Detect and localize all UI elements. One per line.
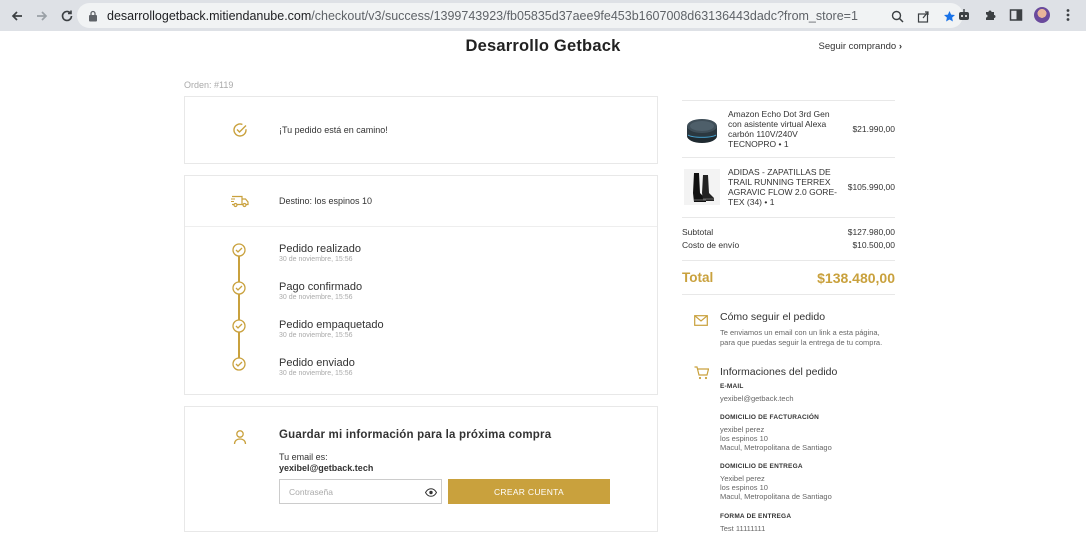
step-date: 30 de noviembre, 15:56 [279, 294, 353, 301]
shipping-cost-value: $10.500,00 [852, 240, 895, 250]
subtotal-label: Subtotal [682, 227, 714, 237]
url-host: desarrollogetback.mitiendanube.com [107, 8, 312, 23]
side-panel-icon[interactable] [1006, 5, 1026, 25]
share-icon[interactable] [913, 6, 933, 26]
reload-icon[interactable] [56, 5, 78, 27]
product-image-echo-dot [684, 112, 720, 148]
product-price: $21.990,00 [852, 124, 895, 134]
total-label: Total [682, 270, 714, 285]
product-image-shoes [684, 169, 720, 205]
billing-address-line: Macul, Metropolitana de Santiago [720, 443, 832, 452]
check-circle-icon [232, 122, 248, 143]
divider [185, 226, 657, 227]
delivery-address-label: DOMICILIO DE ENTREGA [720, 463, 803, 470]
store-title[interactable]: Desarrollo Getback [0, 37, 1086, 56]
continue-shopping-label: Seguir comprando [818, 41, 897, 52]
step-title: Pago confirmado [279, 281, 363, 293]
follow-order-title: Cómo seguir el pedido [720, 311, 826, 323]
timeline-check-icon [232, 357, 246, 376]
browser-toolbar: desarrollogetback.mitiendanube.com/check… [0, 0, 1086, 31]
timeline-check-icon [232, 243, 246, 262]
divider [682, 260, 895, 261]
step-date: 30 de noviembre, 15:56 [279, 256, 353, 263]
back-icon[interactable] [6, 5, 28, 27]
order-info-title: Informaciones del pedido [720, 366, 838, 378]
status-message: ¡Tu pedido está en camino! [279, 125, 388, 135]
cart-icon [694, 366, 710, 385]
subtotal-value: $127.980,00 [847, 227, 895, 237]
divider [682, 100, 895, 101]
shipping-cost-row: Costo de envío $10.500,00 [682, 240, 895, 250]
divider [682, 157, 895, 158]
user-icon [233, 429, 247, 450]
extensions-puzzle-icon[interactable] [980, 5, 1000, 25]
delivery-truck-icon [231, 194, 249, 213]
continue-shopping-link[interactable]: Seguir comprando › [819, 41, 902, 52]
timeline-line [238, 250, 240, 364]
menu-kebab-icon[interactable] [1058, 5, 1078, 25]
email-value: yexibel@getback.tech [279, 463, 374, 473]
follow-order-text: Te enviamos un email con un link a esta … [720, 328, 883, 347]
delivery-method-label: FORMA DE ENTREGA [720, 513, 792, 520]
email-label: Tu email es: [279, 452, 328, 462]
step-date: 30 de noviembre, 15:56 [279, 332, 353, 339]
delivery-address-line: Macul, Metropolitana de Santiago [720, 492, 832, 501]
total-row: Total $138.480,00 [682, 270, 895, 286]
create-account-button[interactable]: CREAR CUENTA [448, 479, 610, 504]
delivery-method-value: Test 11111111 [720, 524, 766, 533]
order-status-card: ¡Tu pedido está en camino! [184, 96, 658, 164]
billing-address-label: DOMICILIO DE FACTURACIÓN [720, 414, 820, 421]
divider [682, 294, 895, 295]
step-title: Pedido enviado [279, 357, 355, 369]
order-number: Orden: #119 [184, 80, 234, 90]
product-name: ADIDAS - ZAPATILLAS DE TRAIL RUNNING TER… [728, 167, 837, 207]
lock-icon[interactable] [87, 10, 99, 22]
save-info-title: Guardar mi información para la próxima c… [279, 429, 552, 441]
timeline-check-icon [232, 281, 246, 300]
product-name: Amazon Echo Dot 3rd Gen con asistente vi… [728, 109, 830, 149]
destination-text: Destino: los espinos 10 [279, 196, 373, 206]
step-title: Pedido realizado [279, 243, 361, 255]
product-price: $105.990,00 [847, 182, 895, 192]
password-input[interactable]: Contraseña [279, 479, 442, 504]
address-bar[interactable]: desarrollogetback.mitiendanube.com/check… [77, 3, 963, 28]
mail-icon [694, 313, 708, 331]
info-email-value: yexibel@getback.tech [720, 394, 794, 403]
step-date: 30 de noviembre, 15:56 [279, 370, 353, 377]
password-placeholder: Contraseña [289, 486, 333, 497]
zoom-icon[interactable] [887, 6, 907, 26]
url-text[interactable]: desarrollogetback.mitiendanube.com/check… [107, 9, 858, 23]
chevron-right-icon: › [898, 41, 902, 52]
subtotal-row: Subtotal $127.980,00 [682, 227, 895, 237]
url-path: /checkout/v3/success/1399743923/fb05835d… [311, 8, 858, 23]
extension-bot-icon[interactable] [954, 5, 974, 25]
timeline-check-icon [232, 319, 246, 338]
eye-icon[interactable] [424, 485, 438, 499]
step-title: Pedido empaquetado [279, 319, 384, 331]
forward-icon[interactable] [31, 5, 53, 27]
info-email-label: E-MAIL [720, 383, 744, 390]
shipping-cost-label: Costo de envío [682, 240, 740, 250]
total-value: $138.480,00 [817, 270, 895, 286]
profile-avatar[interactable] [1032, 5, 1052, 25]
shipping-card: Destino: los espinos 10 Pedido realizado… [184, 175, 658, 395]
save-info-card: Guardar mi información para la próxima c… [184, 406, 658, 532]
divider [682, 217, 895, 218]
